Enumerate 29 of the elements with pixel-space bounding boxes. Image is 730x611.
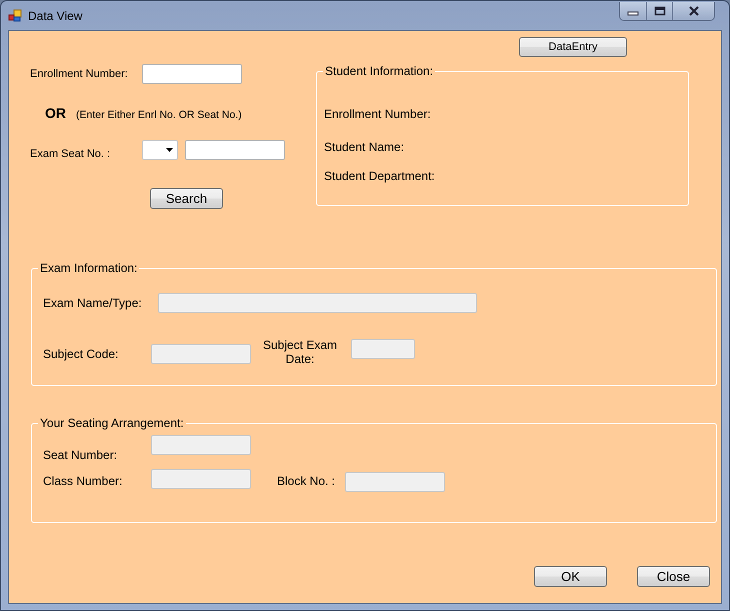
app-icon	[8, 8, 22, 22]
field-label: Enrollment Number:	[324, 107, 432, 121]
dropdown-arrow-icon	[166, 148, 173, 152]
field-label: Enrollment Number:	[30, 68, 129, 80]
field-label: Seat Number:	[43, 448, 118, 462]
hint-text: (Enter Either Enrl No. OR Seat No.)	[76, 109, 242, 121]
field-label: Subject Code:	[43, 346, 120, 360]
search-button[interactable]: Search	[150, 188, 223, 209]
group-title: Your Seating Arrangement:	[38, 416, 186, 431]
ok-button[interactable]: OK	[534, 566, 607, 587]
field-label: Exam Name/Type:	[43, 296, 143, 310]
close-button[interactable]	[672, 2, 714, 20]
dropdown[interactable]	[142, 140, 178, 160]
minimize-button[interactable]	[620, 2, 646, 20]
window-title: Data View	[28, 8, 82, 22]
field-label: Class Number:	[43, 474, 124, 488]
maximize-icon	[654, 6, 666, 16]
close-button[interactable]: Close	[637, 566, 710, 587]
or-label: OR	[45, 105, 66, 121]
field-label: Student Name:	[324, 140, 406, 154]
data-entry-button[interactable]: DataEntry	[519, 37, 627, 57]
text-field[interactable]	[185, 140, 285, 160]
close-icon	[688, 6, 700, 16]
text-field[interactable]	[142, 64, 242, 84]
maximize-button[interactable]	[646, 2, 672, 20]
field-label: Exam Seat No. :	[30, 148, 112, 160]
field-label: Block No. :	[277, 474, 336, 488]
field-label: Subject Exam Date:	[262, 338, 338, 366]
field-label: Student Department:	[324, 169, 436, 183]
